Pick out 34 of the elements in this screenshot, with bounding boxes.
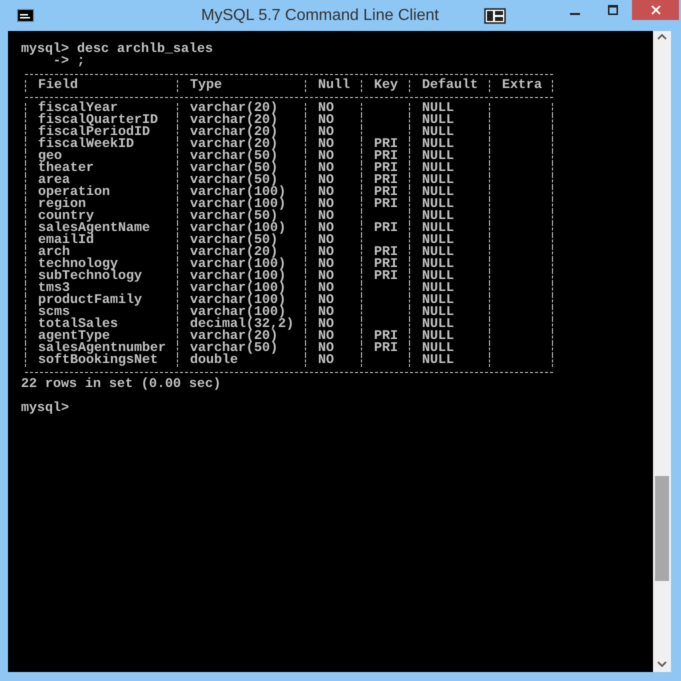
layout-icon[interactable]	[484, 8, 506, 24]
close-icon	[650, 5, 660, 15]
window-title: MySQL 5.7 Command Line Client	[200, 6, 440, 26]
column-header: Null	[318, 78, 350, 93]
table-cell: area	[38, 173, 70, 188]
scrollbar-thumb[interactable]	[655, 476, 669, 581]
column-header: Extra	[502, 78, 542, 93]
command-line: mysql> desc archlb_sales	[21, 42, 213, 57]
scroll-down-icon[interactable]	[657, 660, 667, 668]
table-cell: PRI	[374, 221, 398, 236]
table-cell: softBookingsNet	[38, 353, 158, 368]
scroll-up-icon[interactable]	[657, 33, 667, 41]
table-cell: NULL	[422, 353, 454, 368]
table-cell: NO	[318, 353, 334, 368]
result-summary: 22 rows in set (0.00 sec)	[21, 377, 221, 392]
column-header: Type	[190, 78, 222, 93]
column-header: Default	[422, 78, 478, 93]
maximize-icon	[608, 5, 618, 15]
scrollbar[interactable]	[653, 31, 671, 672]
command-prompt: mysql>	[21, 401, 69, 416]
console-area[interactable]	[8, 31, 653, 672]
console-icon	[16, 9, 34, 22]
table-cell: theater	[38, 161, 94, 176]
table-cell: PRI	[374, 197, 398, 212]
close-button[interactable]	[632, 0, 679, 20]
table-cell: PRI	[374, 269, 398, 284]
table-cell: operation	[38, 185, 110, 200]
table-cell: double	[190, 353, 238, 368]
continuation-prompt: -> ;	[53, 54, 85, 69]
column-header: Field	[38, 78, 78, 93]
minimize-icon	[570, 12, 580, 14]
column-header: Key	[374, 78, 398, 93]
table-cell: PRI	[374, 341, 398, 356]
table-cell: productFamily	[38, 293, 142, 308]
